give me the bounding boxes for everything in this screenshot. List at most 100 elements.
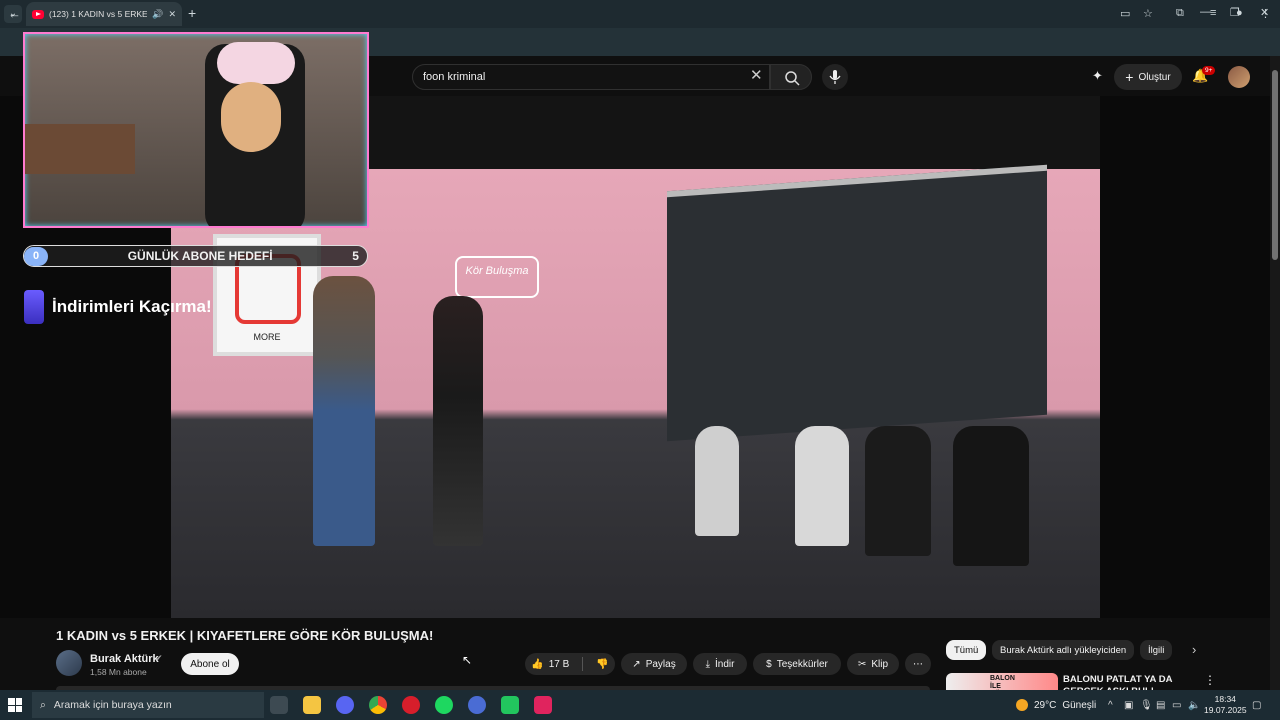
man-legs-1 (695, 426, 739, 536)
channel-avatar[interactable] (56, 650, 82, 676)
poster-text: MORE (253, 332, 281, 342)
man-legs-4 (953, 426, 1029, 566)
windows-start-icon[interactable] (8, 698, 22, 712)
file-explorer-icon[interactable] (303, 696, 321, 714)
create-label: Oluştur (1138, 71, 1171, 83)
battery-icon[interactable]: ▭ (1172, 700, 1181, 711)
woman-person (433, 296, 483, 546)
subscriber-count: 1,58 Mn abone (90, 667, 147, 677)
youtube-favicon-icon (32, 9, 44, 19)
plus-icon: + (1125, 69, 1134, 85)
browser-menu-icon[interactable]: ⋮ (1260, 7, 1271, 20)
chevron-right-icon[interactable]: › (1192, 642, 1196, 657)
app-icon-blue[interactable] (468, 696, 486, 714)
cast-icon[interactable]: ▭ (1120, 7, 1130, 20)
thanks-label: Teşekkürler (776, 658, 828, 670)
chip-all[interactable]: Tümü (946, 640, 987, 660)
spotify-icon[interactable] (435, 696, 453, 714)
host-person (313, 276, 375, 546)
notification-center-icon[interactable]: ▢ (1252, 700, 1261, 711)
thumbs-up-icon[interactable]: 👍 (531, 659, 543, 670)
like-count: 17 B (548, 658, 570, 670)
clip-label: Klip (871, 658, 889, 670)
clip-button[interactable]: ✂ Klip (847, 653, 899, 675)
scissors-icon: ✂ (857, 658, 867, 670)
scrollbar-thumb[interactable] (1272, 70, 1278, 260)
channel-name[interactable]: Burak Aktürk (90, 653, 159, 665)
subscribe-button[interactable]: Abone ol (181, 653, 239, 675)
download-icon: ⤓ (705, 658, 710, 670)
discord-icon[interactable] (336, 696, 354, 714)
task-view-icon[interactable] (270, 696, 288, 714)
browser-tab[interactable]: (123) 1 KADIN vs 5 ERKEK | KIYAFETLERE G… (26, 2, 182, 26)
taskbar-search-input[interactable]: ⌕ Aramak için buraya yazın (32, 692, 264, 718)
new-tab-button[interactable]: + (188, 5, 196, 21)
neon-sign: Kör Buluşma (455, 256, 539, 298)
clock-date: 19.07.2025 (1204, 705, 1247, 715)
video-title: 1 KADIN vs 5 ERKEK | KIYAFETLERE GÖRE KÖ… (56, 628, 434, 643)
recommendation-menu-icon[interactable]: ⋮ (1204, 673, 1216, 687)
system-clock[interactable]: 18:34 19.07.2025 (1204, 694, 1247, 716)
account-avatar[interactable] (1228, 66, 1250, 88)
taskbar-search-placeholder: Aramak için buraya yazın (53, 699, 172, 711)
app-icon-red[interactable] (534, 696, 552, 714)
search-icon: ⌕ (40, 698, 46, 711)
subscriber-goal-bar: 0 GÜNLÜK ABONE HEDEFİ 5 (23, 245, 368, 267)
creator-studio-icon[interactable]: ✦ (1092, 68, 1103, 84)
weather-widget[interactable]: 29°C Güneşli (1016, 699, 1096, 711)
share-icon: ↗ (632, 658, 641, 670)
create-button[interactable]: + Oluştur (1114, 64, 1182, 90)
thanks-icon: $ (766, 658, 772, 670)
download-button[interactable]: ⤓ İndir (693, 653, 747, 675)
share-label: Paylaş (645, 658, 676, 670)
projection-screen (667, 164, 1047, 442)
goal-current: 0 (24, 246, 48, 266)
search-input[interactable]: foon kriminal (412, 64, 770, 90)
more-actions-button[interactable]: ⋯ (905, 653, 931, 675)
tab-title: (123) 1 KADIN vs 5 ERKEK | KIYAFETLERE G… (49, 9, 148, 19)
back-arrow-icon[interactable]: ← (8, 6, 21, 21)
sponsor-text: İndirimleri Kaçırma! (52, 297, 212, 316)
chrome-icon[interactable] (369, 696, 387, 714)
thanks-button[interactable]: $ Teşekkürler (753, 653, 841, 675)
sun-icon (1016, 699, 1028, 711)
webcam-person (221, 82, 281, 152)
sponsor-logo-icon (24, 290, 44, 324)
microphone-icon (829, 70, 841, 84)
clock-time: 18:34 (1214, 694, 1236, 704)
thumbs-down-icon[interactable]: 👎 (596, 659, 608, 670)
extensions-icon[interactable]: ⧉ (1176, 7, 1184, 20)
clear-search-icon[interactable]: ✕ (750, 66, 763, 84)
opera-icon[interactable] (402, 696, 420, 714)
share-button[interactable]: ↗ Paylaş (621, 653, 687, 675)
tray-app-icon[interactable]: ▣ (1124, 700, 1133, 711)
close-tab-icon[interactable]: ✕ (168, 9, 176, 20)
man-legs-3 (865, 426, 931, 556)
voice-search-button[interactable] (822, 64, 848, 90)
search-icon (785, 71, 800, 86)
notification-badge: 9+ (1202, 66, 1216, 75)
microphone-tray-icon[interactable]: 🎙 (1140, 700, 1153, 711)
recommendation-title[interactable]: BALONU PATLAT YA DA GERÇEK AŞKI BUL! BÖL… (1063, 674, 1191, 690)
verified-icon: ✔ (155, 653, 163, 663)
goal-target: 5 (352, 249, 359, 263)
download-label: İndir (714, 658, 735, 670)
tray-chevron-icon[interactable]: ^ (1108, 700, 1113, 711)
weather-temp: 29°C (1034, 699, 1057, 711)
volume-icon[interactable]: 🔈 (1188, 700, 1200, 711)
network-icon[interactable]: ▤ (1156, 700, 1165, 711)
man-legs-2 (795, 426, 849, 546)
chip-from-uploader[interactable]: Burak Aktürk adlı yükleyiciden (992, 640, 1135, 660)
chip-related[interactable]: İlgili (1140, 640, 1173, 660)
bookmark-star-icon[interactable]: ☆ (1143, 7, 1153, 20)
streamer-webcam (23, 32, 369, 228)
media-control-icon[interactable]: ≡ (1210, 7, 1216, 19)
goal-label: GÜNLÜK ABONE HEDEFİ (127, 249, 273, 263)
search-button[interactable] (770, 64, 812, 90)
profile-icon[interactable]: ● (1236, 7, 1243, 19)
webcam-desk (25, 124, 135, 174)
like-dislike-group[interactable]: 👍 17 B 👎 (525, 653, 615, 675)
app-icon-green[interactable] (501, 696, 519, 714)
speaker-icon[interactable]: 🔊 (152, 9, 163, 20)
weather-desc: Güneşli (1062, 699, 1097, 711)
